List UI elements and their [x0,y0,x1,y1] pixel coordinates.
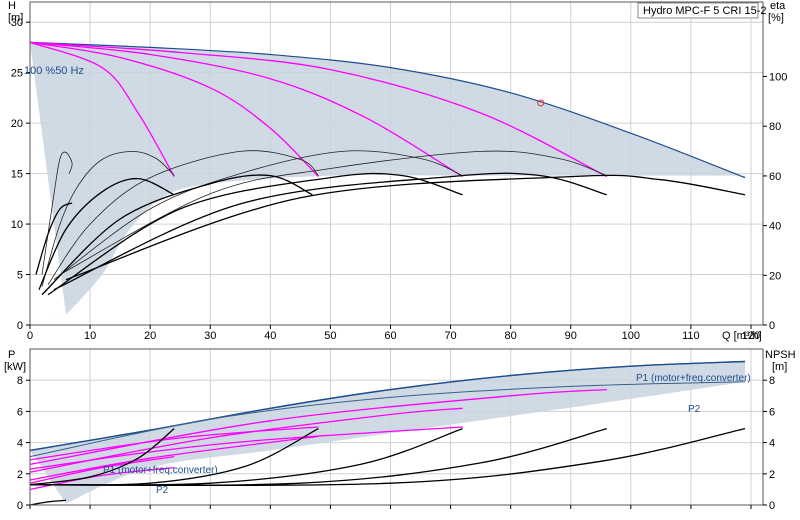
x-tick-label: 80 [505,330,517,342]
x-tick-label: 90 [565,330,577,342]
y-tick-label: 20 [11,118,23,130]
y-axis-title: H [8,0,16,12]
x-axis-title: Q [m³/h] [722,330,762,342]
y2-tick-label: 6 [769,406,775,418]
y2-axis-unit: [%] [768,12,784,24]
y-tick-label: 2 [17,469,23,481]
y-tick-label: 0 [17,500,23,512]
npsh-axis-title: NPSH [765,349,796,361]
speed-annotation: 100 %50 Hz [24,65,84,77]
npsh-axis-unit: [m] [772,361,787,373]
x-tick-label: 0 [27,330,33,342]
x-tick-label: 40 [264,330,276,342]
operating-envelope [30,42,745,325]
p1-label-upper: P1 (motor+freq.converter) [636,373,751,384]
head-plot: 0510152025300204060801000 10 20 30 40 50 60 70 8… [11,1,787,342]
y2-tick-label: 4 [769,438,775,450]
y-tick-label: 10 [11,219,23,231]
y-tick-label: 25 [11,68,23,80]
y2-axis-title: eta [770,0,786,12]
p2-label-lower: P2 [156,485,169,496]
y2-tick-label: 8 [769,375,775,387]
series-line-curve [29,499,67,506]
x-tick-label: 60 [384,330,396,342]
p2-label-upper: P2 [688,404,701,415]
y2-tick-label: 60 [769,171,781,183]
y-tick-label: 0 [17,320,23,332]
x-tick-label: 50 [324,330,336,342]
x-tick-label: 110 [682,330,700,342]
x-tick-label: 10 [84,330,96,342]
y2-tick-label: 0 [769,500,775,512]
y-tick-label: 15 [11,169,23,181]
y2-tick-label: 20 [769,270,781,282]
y-tick-label: 5 [17,270,23,282]
x-tick-label: 30 [204,330,216,342]
y-tick-label: 4 [17,438,23,450]
y-tick-label: 6 [17,406,23,418]
y2-tick-label: 80 [769,121,781,133]
p-axis-unit: [kW] [4,361,26,373]
y2-tick-label: 2 [769,469,775,481]
x-tick-label: 100 [622,330,640,342]
pump-curve-chart: 0510152025300204060801000 10 20 30 40 50 60 70 8… [4,0,796,512]
y2-tick-label: 0 [769,320,775,332]
y-tick-label: 8 [17,375,23,387]
p-axis-title: P [8,349,15,361]
y2-tick-label: 100 [769,72,787,84]
y-axis-unit: [m] [8,12,23,24]
y2-tick-label: 40 [769,221,781,233]
chart-title: Hydro MPC-F 5 CRI 15-2 [643,5,766,17]
p1-label-lower: P1 (motor+freq.converter) [103,465,218,476]
x-tick-label: 70 [444,330,456,342]
title-box: Hydro MPC-F 5 CRI 15-2 [637,2,766,19]
x-tick-label: 20 [144,330,156,342]
